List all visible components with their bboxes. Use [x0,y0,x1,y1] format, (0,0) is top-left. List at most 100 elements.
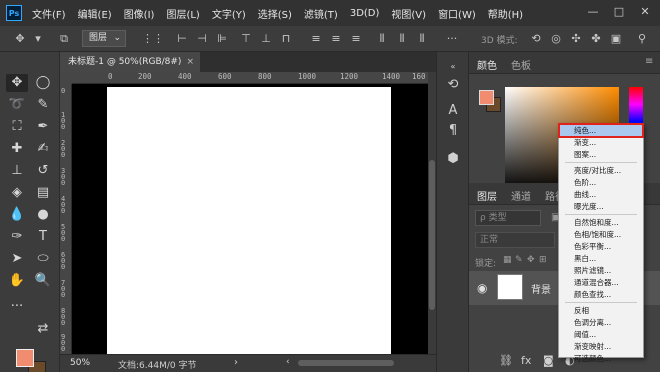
eyedropper-icon[interactable]: ✒ [32,118,54,136]
menu-item-exposure[interactable]: 曝光度... [560,201,642,212]
minimize-icon[interactable]: — [586,5,600,19]
menu-image[interactable]: 图像(I) [124,6,155,21]
menu-item-vibrance[interactable]: 自然饱和度... [560,217,642,228]
3d-pan-icon[interactable]: ✣ [570,33,582,45]
3d-roll-icon[interactable]: ◎ [550,33,562,45]
quick-select-icon[interactable]: ✎ [32,96,54,114]
align-bottom-icon[interactable]: ⊓ [280,33,292,45]
marquee-icon[interactable]: ◯ [32,74,54,92]
menu-item-hue-saturation[interactable]: 色相/饱和度... [560,229,642,240]
healing-icon[interactable]: ✚ [6,140,28,158]
document-canvas[interactable] [107,87,391,354]
menu-file[interactable]: 文件(F) [32,6,66,21]
menu-item-channel-mixer[interactable]: 通道混合器... [560,277,642,288]
close-tab-icon[interactable]: × [186,52,194,72]
scroll-thumb[interactable] [429,160,435,310]
distribute-bottom-icon[interactable]: ≡ [350,33,362,45]
menu-item-brightness-contrast[interactable]: 亮度/对比度... [560,165,642,176]
align-top-icon[interactable]: ⊤ [240,33,252,45]
menu-layer[interactable]: 图层(L) [166,6,199,21]
crop-icon[interactable]: ⛶ [6,118,28,136]
menu-item-pattern[interactable]: 图案... [560,149,642,160]
vertical-scrollbar[interactable] [428,72,436,354]
3d-slide-icon[interactable]: ✤ [590,33,602,45]
tab-layers[interactable]: 图层 [477,188,497,203]
menu-window[interactable]: 窗口(W) [438,6,476,21]
auto-select-icon[interactable]: ⧉ [58,33,70,45]
gradient-icon[interactable]: ▤ [32,184,54,202]
menu-item-color-lookup[interactable]: 颜色查找... [560,289,642,300]
chevron-down-icon[interactable]: ▾ [32,33,44,45]
menu-item-color-balance[interactable]: 色彩平衡... [560,241,642,252]
search-icon[interactable]: ⚲ [636,33,648,45]
close-window-icon[interactable]: ✕ [638,5,652,19]
menu-item-selective-color[interactable]: 可选颜色... [560,353,642,363]
lock-artboard-icon[interactable]: ⊞ [539,255,547,265]
menu-item-solid-color[interactable]: 纯色... [558,123,644,138]
horizontal-ruler[interactable]: 0 200 400 600 800 1000 1200 1400 160 [72,72,428,84]
stamp-icon[interactable]: ⊥ [6,162,28,180]
lock-position-icon[interactable]: ✥ [527,255,535,265]
menu-item-levels[interactable]: 色阶... [560,177,642,188]
zoom-level[interactable]: 50% [70,358,90,368]
history-panel-icon[interactable]: ⟲ [446,78,460,92]
eraser-icon[interactable]: ◈ [6,184,28,202]
horizontal-scroll-thumb[interactable] [298,360,394,366]
menu-item-gradient[interactable]: 渐变... [560,137,642,148]
collapse-panels-icon[interactable]: « [446,60,460,74]
distribute-left-icon[interactable]: ⦀ [376,33,388,45]
menu-3d[interactable]: 3D(D) [350,8,380,19]
layer-name[interactable]: 背景 [531,281,551,296]
character-panel-icon[interactable]: A [446,104,460,118]
align-hcenter-icon[interactable]: ⊣ [196,33,208,45]
menu-item-invert[interactable]: 反相 [560,305,642,316]
align-right-icon[interactable]: ⊫ [216,33,228,45]
menu-view[interactable]: 视图(V) [391,6,426,21]
status-menu-arrow-icon[interactable]: › [234,357,238,368]
lasso-icon[interactable]: ➰ [6,96,28,114]
ruler-corner[interactable] [60,72,72,84]
paragraph-panel-icon[interactable]: ¶ [446,124,460,138]
tab-color[interactable]: 颜色 [477,57,497,72]
lock-pixels-icon[interactable]: ▦ [503,255,512,265]
menu-item-posterize[interactable]: 色调分离... [560,317,642,328]
3d-orbit-icon[interactable]: ⟲ [530,33,542,45]
add-mask-icon[interactable]: ◙ [543,354,554,367]
3d-panel-icon[interactable]: ⬢ [446,152,460,166]
visibility-eye-icon[interactable]: ◉ [477,281,487,295]
hand-icon[interactable]: ✋ [6,272,28,290]
tab-channels[interactable]: 通道 [511,188,531,203]
dodge-icon[interactable]: ● [32,206,54,224]
foreground-color-chip[interactable] [479,90,494,105]
layer-filter-field[interactable]: ρ 类型 [475,210,541,226]
3d-camera-icon[interactable]: ▣ [610,33,622,45]
fx-icon[interactable]: fx [521,354,531,367]
menu-item-photo-filter[interactable]: 照片滤镜... [560,265,642,276]
panel-menu-icon[interactable]: ≡ [645,56,653,67]
auto-select-target-select[interactable]: 图层 ⌄ [82,30,126,47]
blur-icon[interactable]: 💧 [6,206,28,224]
tab-swatches[interactable]: 色板 [511,57,531,72]
scroll-left-icon[interactable]: ‹ [286,357,290,367]
menu-item-curves[interactable]: 曲线... [560,189,642,200]
history-brush-icon[interactable]: ↺ [32,162,54,180]
more-tools-icon[interactable]: ··· [6,298,28,316]
distribute-top-icon[interactable]: ≡ [310,33,322,45]
blend-mode-select[interactable]: 正常 [475,232,555,248]
distribute-right-icon[interactable]: ⦀ [416,33,428,45]
align-vcenter-icon[interactable]: ⊥ [260,33,272,45]
menu-filter[interactable]: 滤镜(T) [304,6,338,21]
lock-paint-icon[interactable]: ✎ [515,255,523,265]
distribute-hcenter-icon[interactable]: ⦀ [396,33,408,45]
menu-select[interactable]: 选择(S) [258,6,292,21]
document-info[interactable]: 文档:6.44M/0 字节 [118,358,196,371]
maximize-icon[interactable]: □ [612,5,626,19]
move-icon[interactable]: ✥ [6,74,28,92]
ellipse-icon[interactable]: ⬭ [32,250,54,268]
menu-item-gradient-map[interactable]: 渐变映射... [560,341,642,352]
zoom-icon[interactable]: 🔍 [32,272,54,290]
type-icon[interactable]: T [32,228,54,246]
path-select-icon[interactable]: ➤ [6,250,28,268]
foreground-color-swatch[interactable] [16,349,34,367]
transform-controls-icon[interactable]: ⋮⋮ [142,33,164,45]
